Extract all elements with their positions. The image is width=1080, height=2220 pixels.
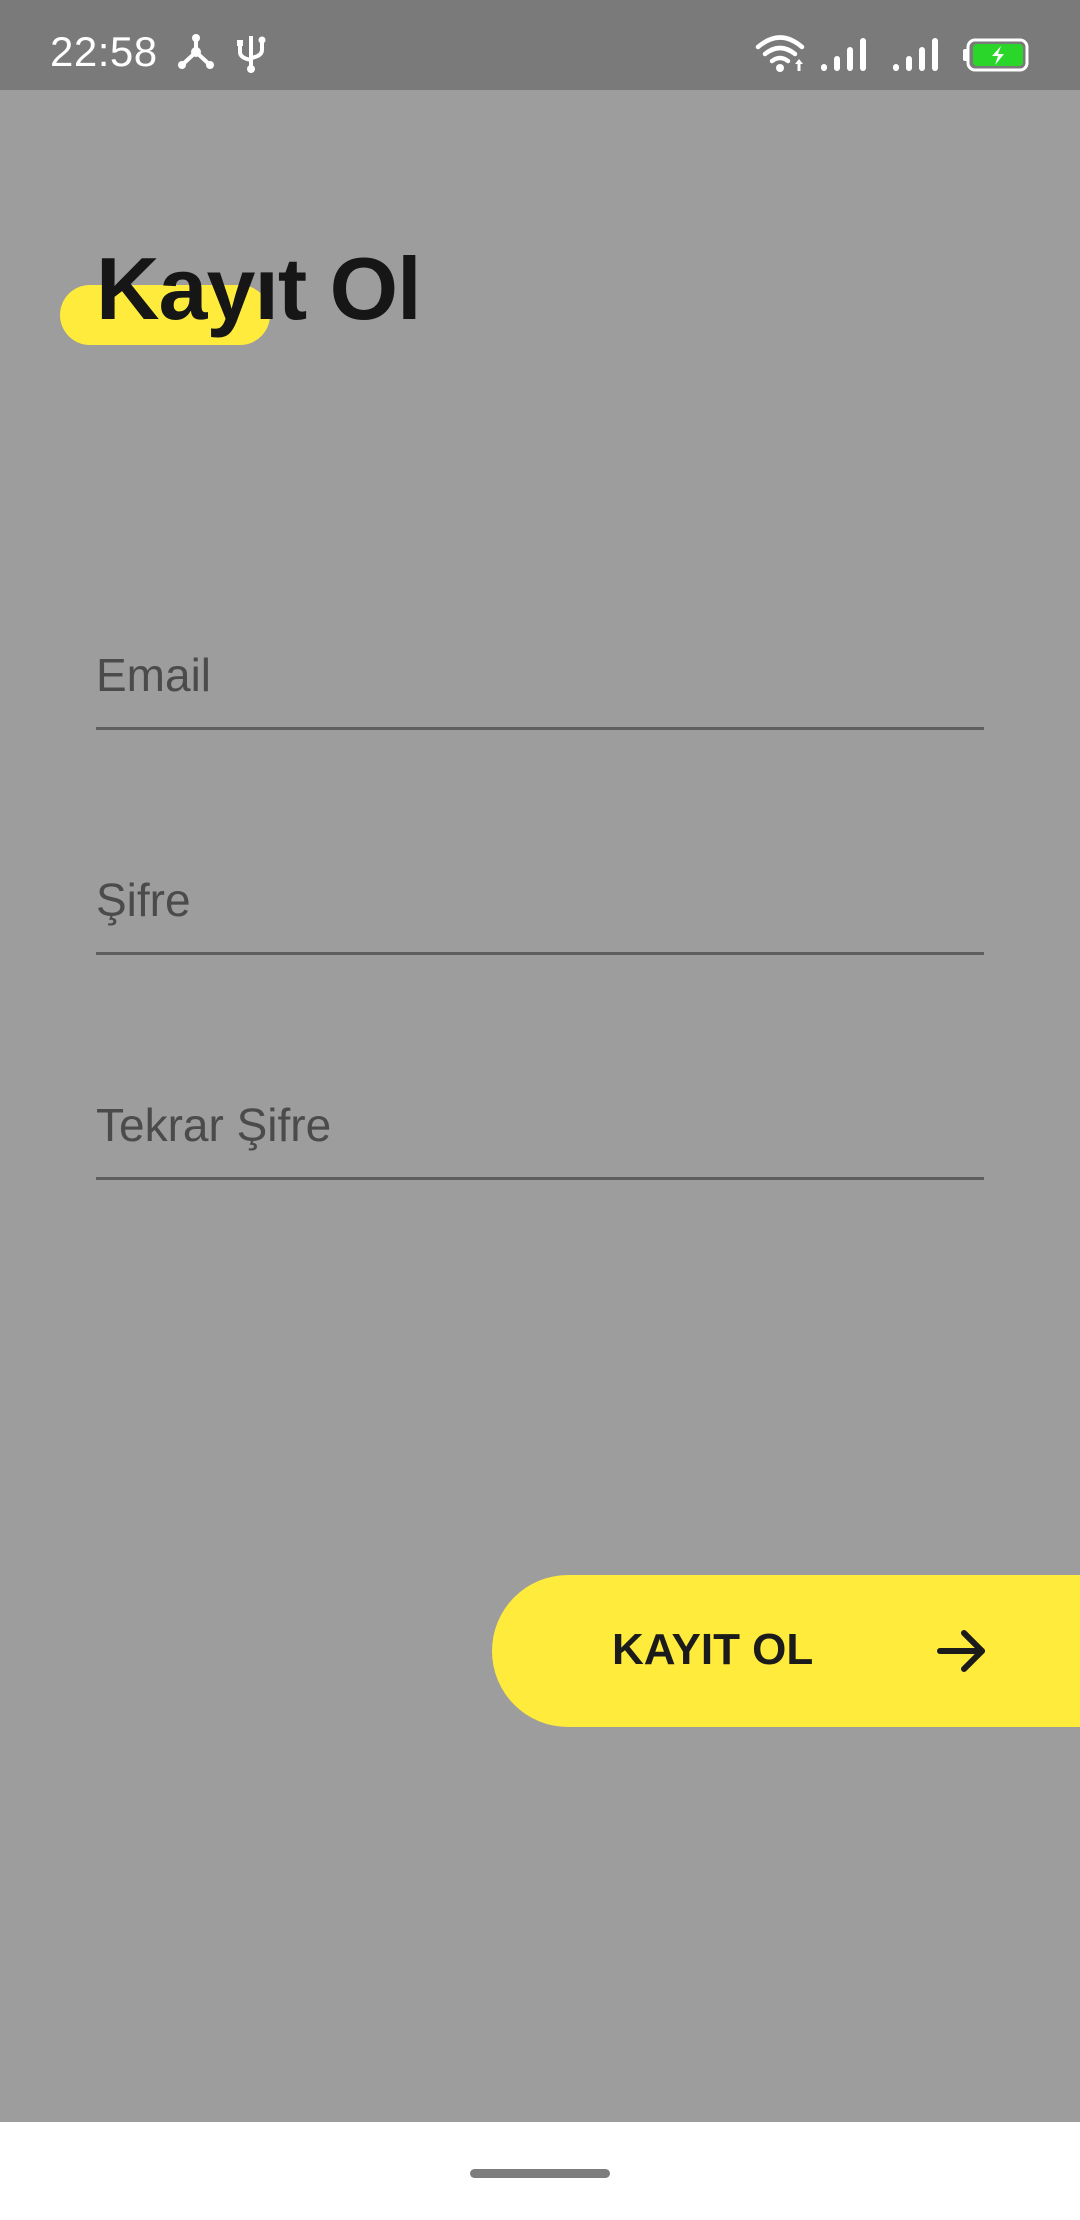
password-repeat-field[interactable] [96, 1060, 984, 1170]
signal-icon [892, 36, 942, 72]
usb-icon [236, 32, 266, 74]
battery-charging-icon [962, 38, 1030, 72]
register-button-label: KAYIT OL [612, 1625, 814, 1674]
page-title: Kayıt Ol [96, 239, 422, 338]
register-form-area: Kayıt Ol KAYIT OL [0, 90, 1080, 2122]
status-time: 22:58 [50, 28, 158, 75]
email-underline [96, 727, 984, 730]
signal-icon [820, 36, 870, 72]
email-field[interactable] [96, 610, 984, 720]
password-repeat-underline [96, 1177, 984, 1180]
wifi-icon [755, 34, 805, 74]
password-field-container [96, 835, 984, 955]
email-field-container [96, 610, 984, 730]
home-indicator[interactable] [470, 2169, 610, 2178]
register-button[interactable]: KAYIT OL [492, 1575, 1080, 1727]
status-bar: 22:58 [0, 0, 1080, 90]
navigation-bar [0, 2122, 1080, 2220]
share-icon [176, 32, 216, 72]
arrow-right-icon [934, 1623, 990, 1682]
password-field[interactable] [96, 835, 984, 945]
register-screen: 22:58 Kayıt Ol Email KAYIT OL [0, 0, 1080, 2220]
password-repeat-field-container [96, 1060, 984, 1180]
password-underline [96, 952, 984, 955]
